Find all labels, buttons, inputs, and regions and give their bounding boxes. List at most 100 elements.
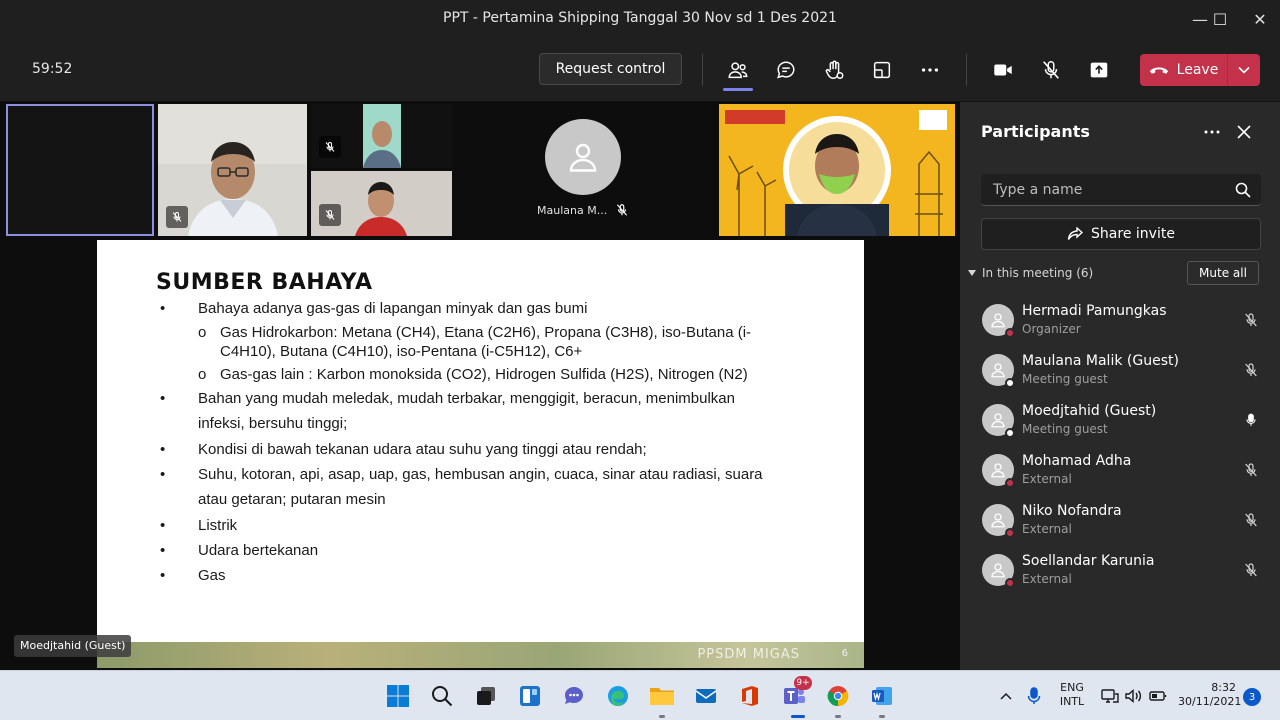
chat-icon	[565, 687, 583, 704]
people-active-indicator	[723, 88, 753, 91]
participant-mic-status[interactable]	[1241, 460, 1261, 480]
in-meeting-section-toggle[interactable]: In this meeting (6)	[968, 266, 1093, 280]
battery-icon	[1149, 691, 1167, 701]
more-icon	[921, 68, 939, 72]
share-content-button[interactable]	[1085, 56, 1113, 84]
teams-button[interactable]: 9+	[778, 676, 812, 712]
presence-status-dot	[1005, 428, 1015, 438]
edge-button[interactable]	[602, 680, 634, 712]
participant-mic-status[interactable]	[1241, 360, 1261, 380]
slide-bullet: • Bahaya adanya gas-gas di lapangan minya…	[160, 300, 588, 317]
volume-icon	[1125, 688, 1142, 704]
notification-count-badge[interactable]: 3	[1243, 688, 1261, 706]
slide-page-number: 6	[841, 648, 848, 659]
person-icon	[991, 413, 1005, 428]
person-icon	[991, 313, 1005, 328]
participant-role: External	[1022, 522, 1072, 536]
task-view-button[interactable]	[470, 680, 502, 712]
maximize-button[interactable]: ☐	[1200, 0, 1240, 38]
chat-taskbar-button[interactable]	[558, 680, 590, 712]
clock[interactable]: 8:32 30/11/2021	[1178, 681, 1241, 709]
participant-role: Organizer	[1022, 322, 1081, 336]
microphone-tray-button[interactable]	[1024, 686, 1044, 706]
chat-button[interactable]	[772, 56, 800, 84]
slide-bullet-continuation: atau getaran; putaran mesin	[198, 491, 386, 508]
volume-tray-button[interactable]	[1124, 686, 1144, 706]
participant-list-item[interactable]: Mohamad Adha External	[960, 448, 1280, 498]
rooms-button[interactable]	[868, 56, 896, 84]
windows-taskbar: 9+ ENG INTL 8:32 30/11/2021 3	[0, 670, 1280, 720]
share-invite-button[interactable]: Share invite	[981, 218, 1261, 250]
battery-tray-button[interactable]	[1148, 686, 1168, 706]
title-bar: PPT - Pertamina Shipping Tanggal 30 Nov …	[0, 0, 1280, 38]
more-actions-button[interactable]	[916, 56, 944, 84]
office-icon	[742, 686, 758, 706]
office-button[interactable]	[734, 680, 766, 712]
share-icon	[1090, 62, 1108, 78]
participant-mic-status[interactable]	[1241, 510, 1261, 530]
participant-list-item[interactable]: Soellandar Karunia External	[960, 548, 1280, 598]
panel-more-button[interactable]	[1200, 120, 1224, 144]
participants-panel: Participants Share invite In this meetin…	[960, 102, 1280, 670]
video-tile-self[interactable]	[6, 104, 154, 236]
participant-list-item[interactable]: Niko Nofandra External	[960, 498, 1280, 548]
slide-bullet: • Bahan yang mudah meledak, mudah terbaka…	[160, 390, 735, 407]
participant-list-item[interactable]: Moedjtahid (Guest) Meeting guest	[960, 398, 1280, 448]
panel-title: Participants	[981, 122, 1090, 141]
participant-mic-status[interactable]	[1241, 560, 1261, 580]
leave-options-button[interactable]	[1228, 54, 1260, 86]
participant-list-item[interactable]: Maulana Malik (Guest) Meeting guest	[960, 348, 1280, 398]
close-icon: ✕	[1253, 9, 1267, 29]
people-button[interactable]	[724, 56, 752, 84]
request-control-button[interactable]: Request control	[539, 53, 682, 85]
participant-name: Maulana Malik (Guest)	[1022, 353, 1179, 369]
mic-off-icon	[1245, 363, 1257, 377]
word-button[interactable]	[866, 680, 898, 712]
participant-muted-indicator	[615, 202, 629, 221]
participant-role: Meeting guest	[1022, 422, 1108, 436]
participant-search-input[interactable]	[981, 174, 1221, 206]
running-indicator	[879, 715, 885, 718]
mail-button[interactable]	[690, 680, 722, 712]
video-tile-participant[interactable]	[158, 104, 307, 236]
running-indicator	[835, 715, 841, 718]
raise-hand-button[interactable]	[820, 56, 848, 84]
panel-close-button[interactable]	[1232, 120, 1256, 144]
mic-button[interactable]	[1037, 56, 1065, 84]
person-icon	[991, 513, 1005, 528]
slide-title: SUMBER BAHAYA	[156, 270, 373, 295]
chrome-button[interactable]	[822, 680, 854, 712]
mic-off-icon	[1245, 313, 1257, 327]
leave-button[interactable]: Leave	[1140, 54, 1228, 86]
mic-off-icon	[325, 210, 335, 220]
teams-notification-badge: 9+	[794, 676, 812, 690]
taskbar-search-button[interactable]	[426, 680, 458, 712]
start-button[interactable]	[382, 680, 414, 712]
file-explorer-button[interactable]	[646, 680, 678, 712]
mute-all-button[interactable]: Mute all	[1187, 261, 1259, 285]
participant-name: Niko Nofandra	[1022, 503, 1122, 519]
video-tile-participant[interactable]	[311, 171, 452, 236]
slide-footer-brand: PPSDM MIGAS	[697, 647, 800, 662]
camera-button[interactable]	[989, 56, 1017, 84]
participant-mic-status[interactable]	[1241, 410, 1261, 430]
close-window-button[interactable]: ✕	[1240, 0, 1280, 38]
participant-role: External	[1022, 472, 1072, 486]
video-tile-participant[interactable]: Maulana M...	[456, 104, 715, 236]
video-tile-participant[interactable]	[311, 104, 452, 168]
network-icon	[1101, 689, 1119, 703]
language-indicator[interactable]: ENG INTL	[1056, 681, 1088, 709]
widgets-button[interactable]	[514, 680, 546, 712]
show-hidden-icons-button[interactable]	[996, 686, 1016, 706]
mic-off-icon	[172, 212, 182, 222]
participant-list-item[interactable]: Hermadi Pamungkas Organizer	[960, 298, 1280, 348]
microphone-icon	[1027, 687, 1041, 704]
participant-name: Moedjtahid (Guest)	[1022, 403, 1157, 419]
video-tile-participant[interactable]	[719, 104, 955, 236]
search-icon[interactable]	[1235, 182, 1251, 198]
participant-mic-status[interactable]	[1241, 310, 1261, 330]
raise-hand-icon	[825, 60, 844, 79]
maximize-icon: ☐	[1212, 9, 1228, 29]
network-tray-button[interactable]	[1100, 686, 1120, 706]
task-view-icon	[477, 687, 495, 705]
